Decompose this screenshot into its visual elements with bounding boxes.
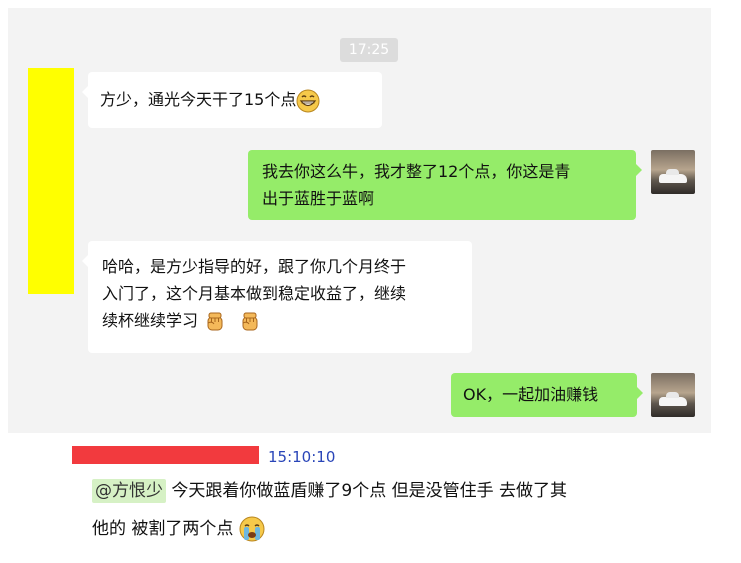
raised-fist-icon xyxy=(238,310,262,334)
avatar[interactable] xyxy=(651,373,695,417)
raised-fist-icon xyxy=(203,310,227,334)
grinning-face-icon xyxy=(296,89,320,113)
comment-body: @方恨少 今天跟着你做蓝盾赚了9个点 但是没管住手 去做了其 他的 被割了两个点 xyxy=(92,472,692,548)
redacted-username xyxy=(72,446,259,464)
chat-timestamp: 17:25 xyxy=(340,38,398,62)
redaction-mark xyxy=(28,68,74,294)
message-bubble[interactable]: 哈哈，是方少指导的好，跟了你几个月终于 入门了，这个月基本做到稳定收益了，继续 … xyxy=(82,241,472,353)
crying-face-icon xyxy=(239,516,265,542)
message-text: 我去你这么牛，我才整了12个点，你这是青 xyxy=(262,162,571,181)
message-text: 哈哈，是方少指导的好，跟了你几个月终于 xyxy=(102,257,407,276)
message-bubble[interactable]: 方少，通光今天干了15个点 xyxy=(82,72,382,128)
message-text: 方少，通光今天干了15个点 xyxy=(100,90,297,109)
message-bubble[interactable]: 我去你这么牛，我才整了12个点，你这是青 出于蓝胜于蓝啊 xyxy=(248,150,642,220)
message-text: 出于蓝胜于蓝啊 xyxy=(262,189,375,208)
message-text: 续杯继续学习 xyxy=(102,311,199,330)
message-bubble[interactable]: OK，一起加油赚钱 xyxy=(451,373,643,417)
comment-text: 今天跟着你做蓝盾赚了9个点 但是没管住手 去做了其 xyxy=(166,481,568,501)
message-text: OK，一起加油赚钱 xyxy=(463,385,599,404)
comment-text: 他的 被割了两个点 xyxy=(92,519,239,539)
comment-time: 15:10:10 xyxy=(268,448,336,466)
mention-tag[interactable]: @方恨少 xyxy=(92,479,166,503)
avatar[interactable] xyxy=(651,150,695,194)
message-text: 入门了，这个月基本做到稳定收益了，继续 xyxy=(102,284,407,303)
